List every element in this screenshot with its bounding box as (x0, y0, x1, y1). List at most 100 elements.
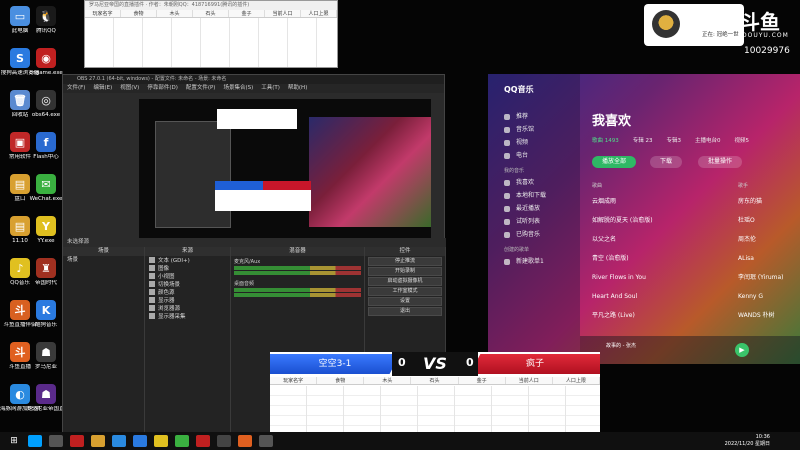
taskbar-app-icon[interactable] (238, 435, 252, 447)
taskbar-app-icon[interactable] (49, 435, 63, 447)
sidebar-item[interactable]: 本地和下载 (488, 189, 580, 202)
taskbar-app-icon[interactable] (175, 435, 189, 447)
download-button[interactable]: 下载 (650, 156, 683, 168)
app-icon: ✉ (36, 174, 56, 194)
desktop-icon[interactable]: f Flash中心 (26, 132, 66, 161)
control-button[interactable]: 退出 (368, 307, 442, 316)
source-item[interactable]: 文本 (GDI+) (145, 256, 230, 264)
source-label: 图像 (158, 266, 170, 272)
app-icon: ◉ (36, 48, 56, 68)
control-button[interactable]: 设置 (368, 297, 442, 306)
menu-item[interactable]: 编辑(E) (93, 84, 112, 93)
obs-title: OBS 27.0.1 (64-bit, windows) - 配置文件: 未命名… (63, 75, 444, 84)
column-header: 木头 (157, 10, 193, 17)
stats-table-window-top[interactable]: 罗马尼亚帝国的直播插件 · 作者：朱朝刚QQ：418716991(腾讯的插件) … (84, 0, 338, 68)
sidebar-item[interactable]: 推荐 (488, 110, 580, 123)
taskbar-app-icon[interactable] (133, 435, 147, 447)
song-row[interactable]: 云烟成雨 房东的猫 (592, 192, 792, 211)
desktop-icon[interactable]: ◉ cngame.exe (26, 48, 66, 77)
sidebar-item[interactable]: 音乐馆 (488, 123, 580, 136)
taskbar-app-icon[interactable] (70, 435, 84, 447)
taskbar-app-icon[interactable] (112, 435, 126, 447)
menu-item[interactable]: 配置文件(P) (186, 84, 216, 93)
control-button[interactable]: 停止推流 (368, 257, 442, 266)
sidebar-item[interactable]: 视频 (488, 136, 580, 149)
tab[interactable]: 歌曲 1493 (592, 136, 619, 144)
taskbar-app-icon[interactable] (91, 435, 105, 447)
sidebar-item[interactable]: 我喜欢 (488, 176, 580, 189)
menu-item[interactable]: 场景集合(S) (223, 84, 253, 93)
batch-button[interactable]: 批量操作 (698, 156, 743, 168)
source-item[interactable]: 浏览器源 (145, 304, 230, 312)
source-item[interactable]: 颜色源 (145, 288, 230, 296)
menu-item[interactable]: 文件(F) (67, 84, 85, 93)
tab[interactable]: 视频5 (735, 136, 750, 144)
qqmusic-window[interactable]: QQ音乐 推荐 音乐馆 视频 电台 我的音乐 我喜欢 本地和下载 最近播放 试听列表 已购音乐 创建… (488, 74, 800, 364)
source-item[interactable]: 显示器 (145, 296, 230, 304)
taskbar-app-icon[interactable] (259, 435, 273, 447)
taskbar-app-icon[interactable] (28, 435, 42, 447)
stats-table-header: 玩家名字 食物 木头 石头 金子 当前人口 人口上限 (85, 10, 337, 18)
tab[interactable]: 主播电台0 (695, 136, 721, 144)
sidebar-item[interactable]: 电台 (488, 149, 580, 162)
column-header: 食物 (317, 377, 365, 384)
sources-dock[interactable]: 来源 文本 (GDI+) 图像 小视图 切换场景 颜色源 显示器 浏览器源 显示器采集 (145, 247, 231, 433)
song-row[interactable]: 如解脱的夏天 (治愈版) 杜瑶O (592, 211, 792, 230)
song-row[interactable]: 平凡之路 (Live) WANDS 朴树 (592, 306, 792, 325)
obs-preview[interactable] (139, 99, 431, 238)
desktop-icon[interactable]: ◎ obs64.exe (26, 90, 66, 119)
source-item[interactable]: 小视图 (145, 272, 230, 280)
right-team-name: 疯子 (470, 354, 600, 374)
song-row[interactable]: Heart And Soul Kenny G (592, 287, 792, 306)
windows-start-icon[interactable]: ⊞ (7, 435, 21, 447)
song-artist: 房东的猫 (738, 198, 763, 205)
play-all-button[interactable]: 播放全部 (592, 156, 637, 168)
sidebar-item[interactable]: 最近播放 (488, 202, 580, 215)
play-pause-button[interactable]: ▶ (735, 343, 749, 357)
menu-item[interactable]: 帮助(H) (288, 84, 307, 93)
taskbar-app-icon[interactable] (217, 435, 231, 447)
left-team-name: 空空3-1 (270, 354, 400, 374)
source-label: 切换场景 (158, 282, 181, 288)
desktop-icon[interactable]: K 酷狗音乐 (26, 300, 66, 329)
menu-item[interactable]: 工具(T) (261, 84, 280, 93)
scenes-dock[interactable]: 场景 场景 (63, 247, 145, 433)
desktop-icon[interactable]: ♜ 帝国时代 (26, 258, 66, 287)
desktop-icon-label: cngame.exe (29, 70, 63, 76)
tab[interactable]: 专辑 23 (633, 136, 653, 144)
desktop-icon[interactable]: ☗ 罗马尼亚 (26, 342, 66, 371)
menu-item[interactable]: 停靠部件(D) (147, 84, 178, 93)
control-button[interactable]: 开始录制 (368, 267, 442, 276)
desktop-icon[interactable]: ☗ 罗马尼亚帝国直播板 (26, 384, 66, 413)
sidebar-item[interactable]: 试听列表 (488, 215, 580, 228)
mixer-channel-mic[interactable]: 麦克风/Aux (231, 256, 364, 278)
column-header: 金子 (229, 10, 265, 17)
sidebar-item[interactable]: 已购音乐 (488, 228, 580, 241)
source-item[interactable]: 显示器采集 (145, 312, 230, 320)
song-row[interactable]: River Flows in You 李闰珉 (Yiruma) (592, 268, 792, 287)
desktop-icon[interactable]: ✉ WeChat.exe (26, 174, 66, 203)
desktop-icon[interactable]: 🐧 腾讯QQ (26, 6, 66, 35)
source-item[interactable]: 图像 (145, 264, 230, 272)
taskbar-app-icon[interactable] (196, 435, 210, 447)
column-header: 石头 (193, 10, 229, 17)
sidebar-item[interactable]: 新建歌单1 (488, 255, 580, 268)
tab[interactable]: 专辑3 (667, 136, 682, 144)
taskbar-app-icon[interactable] (154, 435, 168, 447)
column-header: 食物 (121, 10, 157, 17)
control-button[interactable]: 启动虚拟摄像机 (368, 277, 442, 286)
control-button[interactable]: 工作室模式 (368, 287, 442, 296)
mixer-channel-desktop[interactable]: 桌面音频 (231, 278, 364, 300)
clock: 10:36 2022/11/20 星期日 (725, 434, 770, 448)
scene-item[interactable]: 场景 (63, 256, 144, 265)
desktop: ▭ 此电脑 🐧 腾讯QQ S 搜狗高速浏览器 ◉ cngame.exe 🗑 回收站 ◎ obs64.e… (0, 0, 800, 450)
song-row[interactable]: 青空 (治愈版) ALisa (592, 249, 792, 268)
desktop-icon-label: Flash中心 (33, 154, 59, 160)
desktop-icon[interactable]: Y YY.exe (26, 216, 66, 245)
song-row[interactable]: 以父之名 周杰伦 (592, 230, 792, 249)
source-item[interactable]: 切换场景 (145, 280, 230, 288)
source-type-icon (149, 297, 155, 303)
sidebar-section-title: 创建的歌单 (504, 247, 530, 253)
menu-item[interactable]: 视图(V) (120, 84, 139, 93)
obs-source-status: 未选择源 (63, 238, 446, 247)
